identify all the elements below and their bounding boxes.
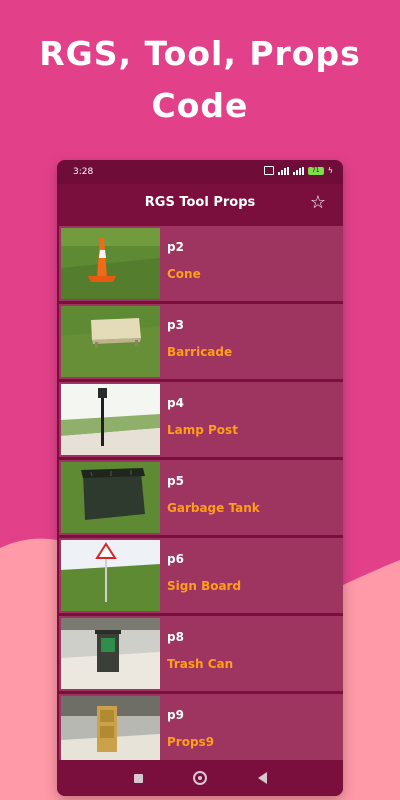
phone-screen: 3:28 71 ϟ RGS Tool Props ☆ p2 Cone p3 Ba… [57,160,343,796]
back-icon[interactable] [253,769,271,787]
garbage-tank-thumbnail [61,462,160,533]
item-name: Garbage Tank [167,501,260,515]
list-item[interactable]: p3 Barricade [59,304,343,379]
props9-thumbnail [61,696,160,760]
item-name: Props9 [167,735,215,749]
list-item[interactable]: p8 Trash Can [59,616,343,691]
system-nav-bar [57,760,343,796]
signal-icon [277,166,289,175]
list-item[interactable]: p2 Cone [59,226,343,301]
item-code: p9 [167,708,184,722]
item-name: Sign Board [167,579,242,593]
home-icon[interactable] [191,769,209,787]
item-code: p8 [167,630,184,644]
trash-can-thumbnail [61,618,160,689]
list-item[interactable]: p5 Garbage Tank [59,460,343,535]
list-item[interactable]: p4 Lamp Post [59,382,343,457]
app-bar: RGS Tool Props ☆ [57,184,343,224]
item-code: p3 [167,318,184,332]
item-code: p5 [167,474,184,488]
promo-headline-line1: RGS, Tool, Props [39,34,361,73]
status-time: 3:28 [73,167,94,177]
list-item[interactable]: p9 Props9 [59,694,343,760]
item-name: Lamp Post [167,423,238,437]
notification-icon [263,166,274,175]
item-code: p4 [167,396,184,410]
status-icons: 71 ϟ [263,166,333,175]
item-name: Barricade [167,345,233,359]
recents-icon[interactable] [129,769,147,787]
item-name: Trash Can [167,657,234,671]
props-list[interactable]: p2 Cone p3 Barricade p4 Lamp Post p5 Gar… [57,224,343,760]
app-title: RGS Tool Props [144,195,256,210]
cone-thumbnail [61,228,160,299]
item-code: p6 [167,552,184,566]
lamp-post-thumbnail [61,384,160,455]
status-bar: 3:28 71 ϟ [57,160,343,184]
promo-headline-line2: Code [151,86,249,125]
star-outline-icon[interactable]: ☆ [307,192,329,214]
charging-icon: ϟ [327,166,333,175]
item-name: Cone [167,267,201,281]
signal-icon-2 [292,166,304,175]
barricade-thumbnail [61,306,160,377]
battery-icon: 71 [307,166,324,175]
promo-headline: RGS, Tool, Props Code [0,28,400,132]
list-item[interactable]: p6 Sign Board [59,538,343,613]
sign-board-thumbnail [61,540,160,611]
item-code: p2 [167,240,184,254]
